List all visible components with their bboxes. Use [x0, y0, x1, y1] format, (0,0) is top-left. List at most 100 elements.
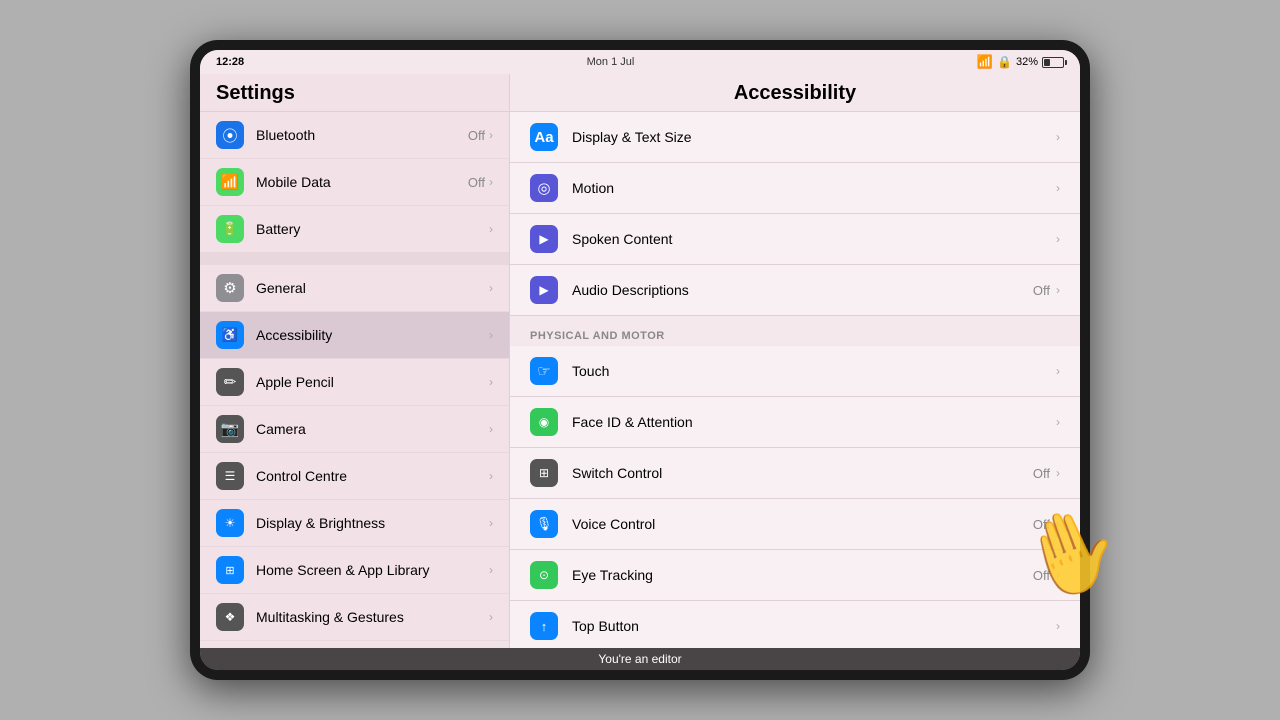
status-time: 12:28 [216, 56, 244, 68]
eye-tracking-value: Off [1033, 568, 1050, 583]
panel-label-audio-desc: Audio Descriptions [572, 282, 1033, 298]
tablet-frame: 12:28 Mon 1 Jul 📶 🔒 32% Settings ⦿ Bluet… [190, 40, 1090, 680]
sidebar-label-general: General [256, 280, 489, 296]
panel-item-switch-control[interactable]: ⊞ Switch Control Off › [510, 448, 1080, 499]
sidebar-label-accessibility: Accessibility [256, 327, 489, 343]
sidebar-item-accessibility[interactable]: ♿ Accessibility › [200, 312, 509, 359]
panel-item-face-id[interactable]: ◉ Face ID & Attention › [510, 397, 1080, 448]
bluetooth-chevron: › [489, 128, 493, 142]
panel-item-voice-control[interactable]: 🎙 Voice Control Off › [510, 499, 1080, 550]
home-screen-icon: ⊞ [216, 556, 244, 584]
sidebar-label-control-centre: Control Centre [256, 468, 489, 484]
sidebar-label-multitasking: Multitasking & Gestures [256, 609, 489, 625]
voice-control-icon: 🎙 [530, 510, 558, 538]
audio-desc-chevron: › [1056, 283, 1060, 297]
panel-label-switch-control: Switch Control [572, 465, 1033, 481]
sidebar-item-apple-pencil[interactable]: ✏ Apple Pencil › [200, 359, 509, 406]
sidebar-title: Settings [200, 74, 509, 112]
voice-control-chevron: › [1056, 517, 1060, 531]
panel-label-eye-tracking: Eye Tracking [572, 567, 1033, 583]
panel-item-motion[interactable]: ◎ Motion › [510, 163, 1080, 214]
eye-tracking-chevron: › [1056, 568, 1060, 582]
spoken-icon: ▶ [530, 225, 558, 253]
accessibility-icon: ♿ [216, 321, 244, 349]
general-icon: ⚙ [216, 274, 244, 302]
sidebar-label-home-screen: Home Screen & App Library [256, 562, 489, 578]
panel-label-spoken: Spoken Content [572, 231, 1056, 247]
display-text-icon: Aa [530, 123, 558, 151]
switch-control-chevron: › [1056, 466, 1060, 480]
status-bar: 12:28 Mon 1 Jul 📶 🔒 32% [200, 50, 1080, 74]
bluetooth-icon: ⦿ [216, 121, 244, 149]
bluetooth-value: Off [468, 128, 485, 143]
multitasking-chevron: › [489, 610, 493, 624]
face-id-icon: ◉ [530, 408, 558, 436]
wifi-icon: 📶 [977, 54, 993, 70]
face-id-chevron: › [1056, 415, 1060, 429]
battery-fill [1044, 59, 1050, 66]
multitasking-icon: ❖ [216, 603, 244, 631]
camera-icon: 📷 [216, 415, 244, 443]
status-date: Mon 1 Jul [587, 56, 635, 68]
panel-item-audio-desc[interactable]: ▶ Audio Descriptions Off › [510, 265, 1080, 316]
apple-pencil-chevron: › [489, 375, 493, 389]
sidebar-item-home-screen[interactable]: ⊞ Home Screen & App Library › [200, 547, 509, 594]
mobile-data-icon: 📶 [216, 168, 244, 196]
sidebar-item-battery[interactable]: 🔋 Battery › [200, 206, 509, 253]
panel-label-touch: Touch [572, 363, 1056, 379]
apple-pencil-icon: ✏ [216, 368, 244, 396]
home-screen-chevron: › [489, 563, 493, 577]
sidebar-item-general[interactable]: ⚙ General › [200, 265, 509, 312]
lock-icon: 🔒 [997, 55, 1012, 69]
panel-item-spoken[interactable]: ▶ Spoken Content › [510, 214, 1080, 265]
bottom-bar: You're an editor [200, 648, 1080, 670]
section-header-physical: PHYSICAL AND MOTOR [510, 316, 1080, 346]
motion-icon: ◎ [530, 174, 558, 202]
voice-control-value: Off [1033, 517, 1050, 532]
sidebar-item-bluetooth[interactable]: ⦿ Bluetooth Off › [200, 112, 509, 159]
spoken-chevron: › [1056, 232, 1060, 246]
battery-s-icon: 🔋 [216, 215, 244, 243]
sidebar-item-search[interactable]: 🔍 Search › [200, 641, 509, 648]
panel-label-motion: Motion [572, 180, 1056, 196]
sidebar-label-camera: Camera [256, 421, 489, 437]
control-centre-chevron: › [489, 469, 493, 483]
motion-chevron: › [1056, 181, 1060, 195]
panel-item-display-text[interactable]: Aa Display & Text Size › [510, 112, 1080, 163]
panel-label-top-button: Top Button [572, 618, 1056, 634]
panel-title: Accessibility [510, 74, 1080, 112]
display-chevron: › [489, 516, 493, 530]
switch-control-value: Off [1033, 466, 1050, 481]
sidebar-label-bluetooth: Bluetooth [256, 127, 468, 143]
battery-icon [1042, 57, 1064, 68]
mobile-data-chevron: › [489, 175, 493, 189]
sidebar-label-display: Display & Brightness [256, 515, 489, 531]
sidebar-label-mobile-data: Mobile Data [256, 174, 468, 190]
display-icon: ☀ [216, 509, 244, 537]
main-content: Settings ⦿ Bluetooth Off › 📶 Mobile Data… [200, 74, 1080, 648]
sidebar-item-camera[interactable]: 📷 Camera › [200, 406, 509, 453]
touch-icon: ☞ [530, 357, 558, 385]
status-right: 📶 🔒 32% [977, 54, 1064, 70]
sidebar-item-control-centre[interactable]: ☰ Control Centre › [200, 453, 509, 500]
accessibility-chevron: › [489, 328, 493, 342]
display-text-chevron: › [1056, 130, 1060, 144]
panel-label-display-text: Display & Text Size [572, 129, 1056, 145]
top-button-icon: ↑ [530, 612, 558, 640]
top-button-chevron: › [1056, 619, 1060, 633]
right-panel: Accessibility Aa Display & Text Size › ◎… [510, 74, 1080, 648]
panel-item-touch[interactable]: ☞ Touch › [510, 346, 1080, 397]
panel-item-eye-tracking[interactable]: ⊙ Eye Tracking Off › [510, 550, 1080, 601]
panel-item-top-button[interactable]: ↑ Top Button › [510, 601, 1080, 648]
touch-chevron: › [1056, 364, 1060, 378]
sidebar-item-mobile-data[interactable]: 📶 Mobile Data Off › [200, 159, 509, 206]
mobile-data-value: Off [468, 175, 485, 190]
sidebar-divider-1 [200, 253, 509, 265]
general-chevron: › [489, 281, 493, 295]
sidebar-item-display[interactable]: ☀ Display & Brightness › [200, 500, 509, 547]
sidebar-item-multitasking[interactable]: ❖ Multitasking & Gestures › [200, 594, 509, 641]
sidebar-label-battery: Battery [256, 221, 489, 237]
sidebar-label-apple-pencil: Apple Pencil [256, 374, 489, 390]
battery-chevron: › [489, 222, 493, 236]
audio-desc-icon: ▶ [530, 276, 558, 304]
